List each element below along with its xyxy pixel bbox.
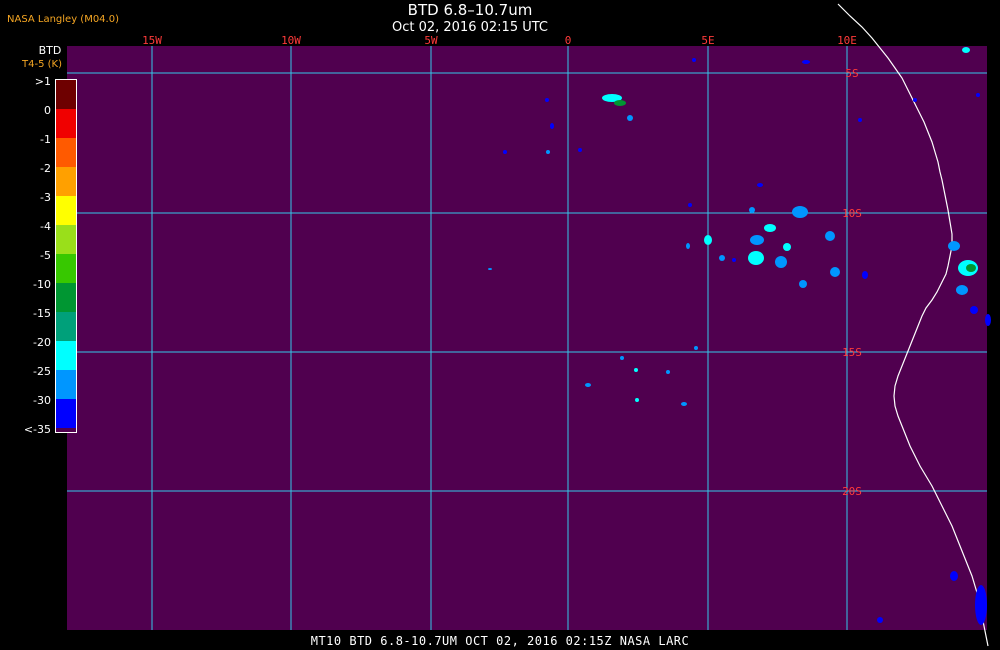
legend-swatch [56, 254, 76, 283]
legend-label: -25 [33, 365, 51, 378]
cloud-feature [985, 314, 991, 326]
color-legend [55, 79, 77, 433]
longitude-label: 10W [281, 34, 301, 47]
cloud-feature [757, 183, 763, 187]
cloud-feature [792, 206, 808, 218]
legend-label: <-35 [23, 423, 51, 436]
cloud-feature [858, 118, 862, 122]
cloud-feature [620, 356, 624, 360]
cloud-feature [749, 207, 755, 213]
legend-swatch [56, 283, 76, 312]
latitude-label: 5S [845, 67, 858, 80]
cloud-feature [488, 268, 492, 270]
longitude-label: 15W [142, 34, 162, 47]
legend-label: -10 [33, 278, 51, 291]
cloud-feature [799, 280, 807, 288]
legend-label: -1 [40, 133, 51, 146]
cloud-feature [503, 150, 507, 154]
longitude-label: 10E [837, 34, 857, 47]
legend-swatch [56, 138, 76, 167]
legend-label: -20 [33, 336, 51, 349]
cloud-feature [550, 123, 554, 129]
legend-swatch [56, 225, 76, 254]
longitude-label: 5W [424, 34, 438, 47]
legend-label: -5 [40, 249, 51, 262]
cloud-feature [666, 370, 670, 374]
legend-title: BTD [38, 44, 62, 57]
cloud-feature [627, 115, 633, 121]
cloud-feature [686, 243, 690, 249]
cloud-feature [962, 47, 970, 53]
cloud-feature [578, 148, 582, 152]
cloud-feature [694, 346, 698, 350]
legend-label: 0 [44, 104, 51, 117]
cloud-feature [764, 224, 776, 232]
legend-unit: T4-5 (K) [22, 59, 62, 70]
cloud-feature [688, 203, 692, 207]
latitude-label: 10S [842, 207, 862, 220]
longitude-label: 5E [701, 34, 714, 47]
coastline [837, 3, 989, 647]
legend-label: -15 [33, 307, 51, 320]
legend-swatch [56, 167, 76, 196]
cloud-feature [545, 98, 549, 102]
legend-swatch [56, 399, 76, 428]
cloud-feature [783, 243, 791, 251]
cloud-feature [704, 235, 712, 245]
legend-label: >1 [34, 75, 51, 88]
latitude-label: 15S [842, 346, 862, 359]
cloud-feature [975, 585, 987, 625]
cloud-feature [970, 306, 978, 314]
cloud-feature [681, 402, 687, 406]
cloud-feature [748, 251, 764, 265]
longitude-label: 0 [565, 34, 572, 47]
latitude-label: 20S [842, 485, 862, 498]
cloud-feature [775, 256, 787, 268]
legend-label: -4 [40, 220, 51, 233]
legend-label: -30 [33, 394, 51, 407]
cloud-feature [802, 60, 810, 64]
footer-caption: MT10 BTD 6.8-10.7UM OCT 02, 2016 02:15Z … [310, 634, 690, 648]
cloud-feature [948, 241, 960, 251]
cloud-feature [750, 235, 764, 245]
legend-swatch [56, 341, 76, 370]
cloud-feature [830, 267, 840, 277]
legend-swatch [56, 109, 76, 138]
legend-label: -2 [40, 162, 51, 175]
cloud-feature [692, 58, 696, 62]
cloud-feature [877, 617, 883, 623]
legend-swatch [56, 370, 76, 399]
cloud-feature [614, 100, 626, 106]
legend-swatch [56, 428, 76, 432]
cloud-feature [956, 285, 968, 295]
cloud-feature [635, 398, 639, 402]
cloud-feature [950, 571, 958, 581]
legend-swatch [56, 312, 76, 341]
cloud-feature [862, 271, 868, 279]
legend-swatch [56, 196, 76, 225]
cloud-feature [913, 98, 917, 102]
cloud-feature [966, 264, 976, 272]
legend-swatch [56, 80, 76, 109]
map-overlay: 15W 10W 5W 0 5E 10E 5S 10S 15S 20S [67, 3, 991, 647]
cloud-feature [546, 150, 550, 154]
cloud-feature [719, 255, 725, 261]
cloud-feature [585, 383, 591, 387]
cloud-feature [732, 258, 736, 262]
cloud-feature [825, 231, 835, 241]
cloud-feature [976, 93, 980, 97]
cloud-feature [634, 368, 638, 372]
legend-label: -3 [40, 191, 51, 204]
